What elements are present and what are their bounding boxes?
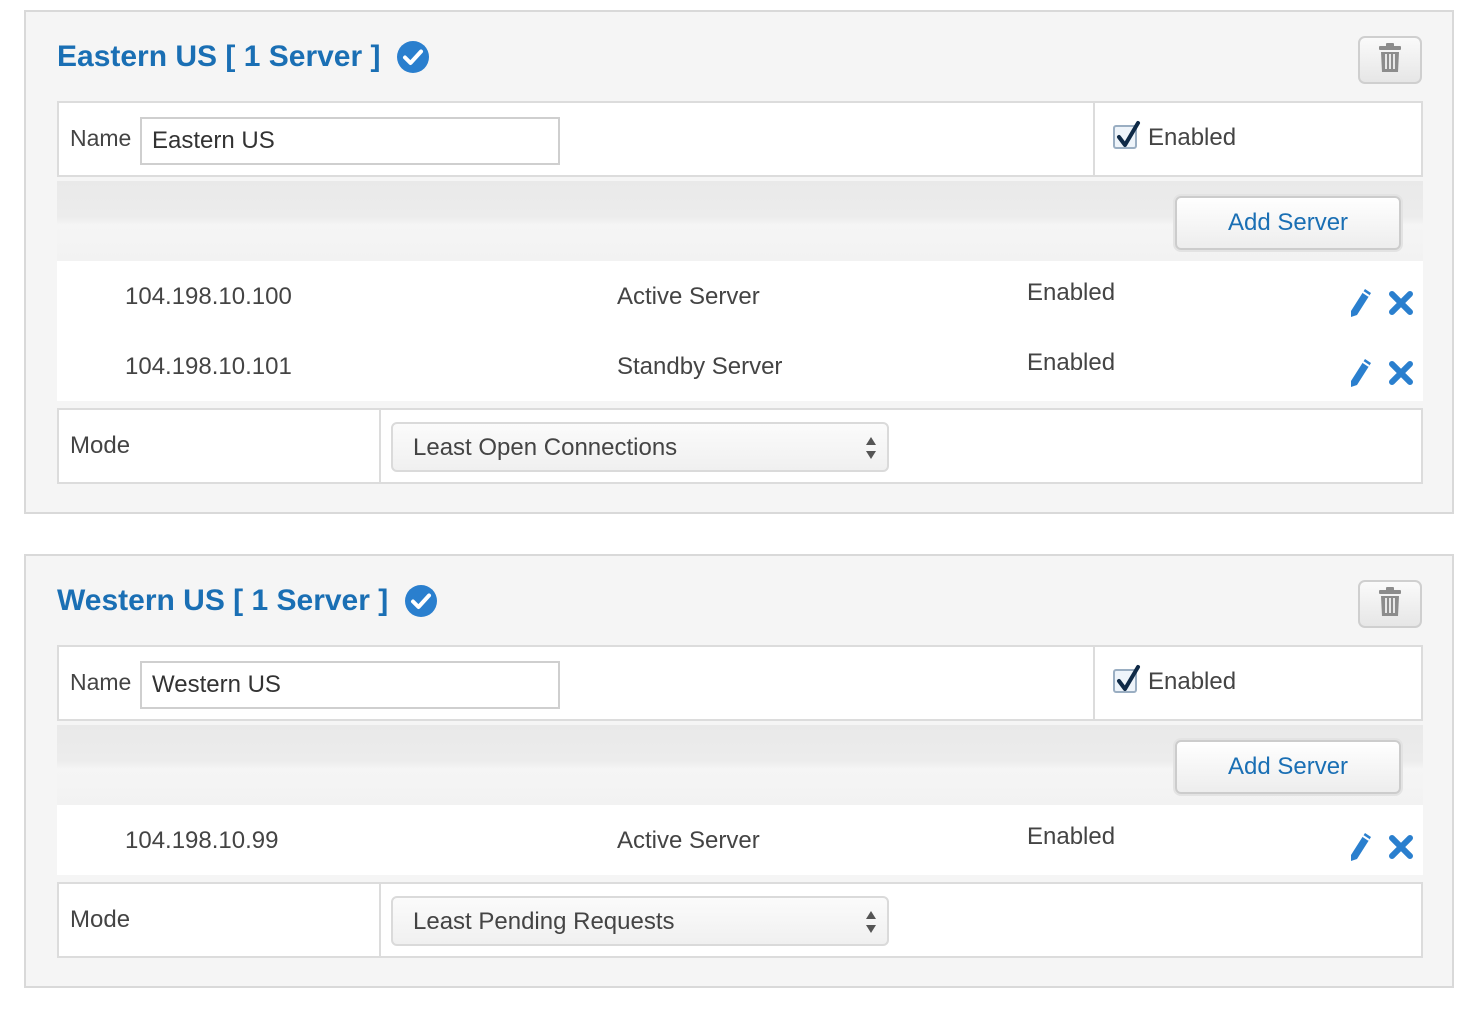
- server-list: 104.198.10.100 Active Server Enabled 104…: [57, 261, 1423, 401]
- server-role: Active Server: [617, 827, 760, 854]
- server-group-panel: Eastern US [ 1 Server ] Name Eastern US …: [24, 10, 1454, 514]
- panel-title: Eastern US [ 1 Server ]: [57, 40, 430, 74]
- mode-select-cell: Least Open Connections: [381, 410, 1421, 482]
- mode-select[interactable]: Least Open Connections: [391, 422, 889, 472]
- delete-group-button[interactable]: [1358, 580, 1422, 628]
- server-status: Enabled: [1027, 823, 1116, 850]
- mode-selected-value: Least Pending Requests: [413, 908, 675, 935]
- close-icon[interactable]: [1387, 289, 1415, 317]
- trash-icon: [1378, 42, 1402, 78]
- server-row: 104.198.10.100 Active Server Enabled: [57, 261, 1423, 331]
- panel-title: Western US [ 1 Server ]: [57, 584, 438, 618]
- enabled-checkbox[interactable]: [1113, 121, 1140, 149]
- add-server-button[interactable]: Add Server: [1175, 740, 1401, 794]
- pencil-icon[interactable]: [1347, 287, 1373, 319]
- server-list: 104.198.10.99 Active Server Enabled: [57, 805, 1423, 875]
- server-row: 104.198.10.101 Standby Server Enabled: [57, 331, 1423, 401]
- enabled-cell: Enabled: [1095, 647, 1421, 719]
- updown-arrows-icon: [865, 436, 877, 465]
- mode-label-cell: Mode: [59, 884, 381, 956]
- server-role: Standby Server: [617, 353, 783, 380]
- mode-row: Mode Least Open Connections: [57, 408, 1423, 484]
- group-name-input[interactable]: [140, 661, 560, 709]
- close-icon[interactable]: [1387, 359, 1415, 387]
- enabled-cell: Enabled: [1095, 103, 1421, 175]
- server-row: 104.198.10.99 Active Server Enabled: [57, 805, 1423, 875]
- updown-arrows-icon: [865, 910, 877, 939]
- enabled-label: Enabled: [1148, 124, 1237, 151]
- server-ip: 104.198.10.101: [125, 353, 292, 380]
- name-cell: Name: [59, 647, 1095, 719]
- check-circle-icon: [404, 584, 438, 618]
- server-group-panel: Western US [ 1 Server ] Name Western US …: [24, 554, 1454, 988]
- group-name-input[interactable]: [140, 117, 560, 165]
- panel-header: Eastern US [ 1 Server ]: [26, 12, 1452, 102]
- server-toolbar: Add Server: [57, 181, 1423, 261]
- mode-label: Mode: [70, 432, 131, 459]
- delete-group-button[interactable]: [1358, 36, 1422, 84]
- mode-selected-value: Least Open Connections: [413, 434, 678, 461]
- server-toolbar: Add Server: [57, 725, 1423, 805]
- server-status: Enabled: [1027, 279, 1116, 306]
- name-row: Name Enabled: [57, 101, 1423, 177]
- enabled-checkbox[interactable]: [1113, 665, 1140, 693]
- group-title: Western US [ 1 Server ]: [57, 584, 389, 617]
- server-ip: 104.198.10.100: [125, 283, 292, 310]
- mode-select-cell: Least Pending Requests: [381, 884, 1421, 956]
- close-icon[interactable]: [1387, 833, 1415, 861]
- pencil-icon[interactable]: [1347, 357, 1373, 389]
- check-circle-icon: [396, 40, 430, 74]
- checkmark-icon: [1117, 121, 1140, 147]
- enabled-label: Enabled: [1148, 668, 1237, 695]
- checkmark-icon: [1117, 665, 1140, 691]
- mode-row: Mode Least Pending Requests: [57, 882, 1423, 958]
- name-label: Name: [70, 669, 132, 695]
- mode-label: Mode: [70, 906, 131, 933]
- name-label: Name: [70, 125, 132, 151]
- add-server-button[interactable]: Add Server: [1175, 196, 1401, 250]
- name-row: Name Enabled: [57, 645, 1423, 721]
- mode-label-cell: Mode: [59, 410, 381, 482]
- group-title: Eastern US [ 1 Server ]: [57, 40, 381, 73]
- server-ip: 104.198.10.99: [125, 827, 279, 854]
- server-role: Active Server: [617, 283, 760, 310]
- server-status: Enabled: [1027, 349, 1116, 376]
- name-cell: Name: [59, 103, 1095, 175]
- panel-header: Western US [ 1 Server ]: [26, 556, 1452, 646]
- trash-icon: [1378, 586, 1402, 622]
- pencil-icon[interactable]: [1347, 831, 1373, 863]
- mode-select[interactable]: Least Pending Requests: [391, 896, 889, 946]
